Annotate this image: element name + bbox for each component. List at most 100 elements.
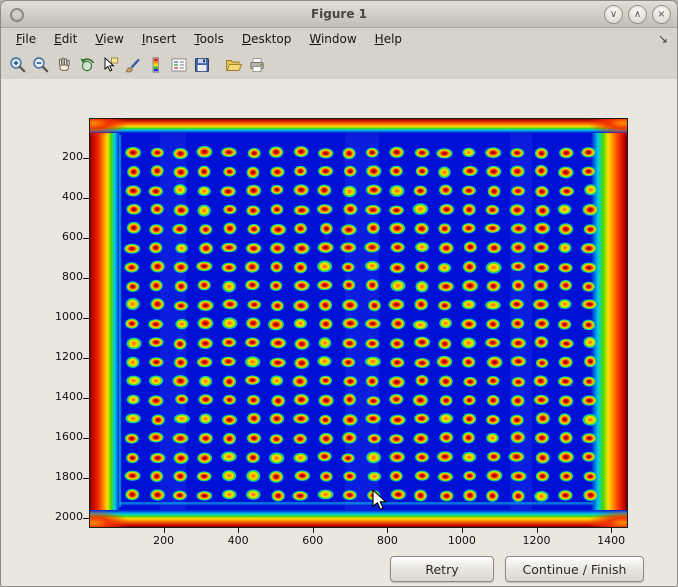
dock-figure-icon[interactable]: ↘ xyxy=(658,32,668,46)
heat-spot xyxy=(293,318,308,329)
heat-spot xyxy=(461,356,476,368)
y-tick xyxy=(83,198,89,199)
heat-spot xyxy=(269,357,287,368)
heat-spot xyxy=(174,280,188,293)
heat-spot xyxy=(173,470,188,482)
heat-spot xyxy=(462,147,476,157)
heat-spot xyxy=(343,376,358,387)
continue-finish-button[interactable]: Continue / Finish xyxy=(505,556,644,582)
heat-spot xyxy=(486,432,500,443)
heat-spot xyxy=(293,433,308,444)
heat-spot xyxy=(365,451,381,464)
heat-spot xyxy=(148,357,164,367)
titlebar[interactable]: Figure 1 ∨ ∧ × xyxy=(1,1,677,28)
heat-spot xyxy=(148,395,165,407)
heat-spot xyxy=(316,260,333,273)
heat-spot xyxy=(318,337,332,350)
heat-spot xyxy=(270,261,284,273)
menu-help[interactable]: Help xyxy=(368,30,409,48)
heat-spot xyxy=(413,433,429,445)
heat-spot xyxy=(509,204,526,217)
heat-spot xyxy=(557,204,572,215)
menu-view[interactable]: View xyxy=(88,30,130,48)
close-button[interactable]: × xyxy=(652,5,671,24)
heat-spot xyxy=(318,432,334,445)
heat-spot xyxy=(462,431,476,444)
heat-spot xyxy=(293,242,310,255)
zoom-out-icon[interactable] xyxy=(29,53,52,77)
heat-spot xyxy=(388,205,404,215)
heat-spot xyxy=(148,337,164,348)
heat-spot xyxy=(412,203,429,216)
heat-spot xyxy=(583,224,598,235)
pan-hand-icon[interactable] xyxy=(52,53,75,77)
shade-button[interactable]: ∨ xyxy=(604,5,623,24)
heat-spot xyxy=(436,451,454,463)
heat-spot xyxy=(268,470,284,483)
heat-spot xyxy=(247,148,261,159)
toolbar-separator xyxy=(213,55,222,75)
heat-spot xyxy=(365,338,381,349)
menu-edit[interactable]: Edit xyxy=(47,30,84,48)
heat-spot xyxy=(173,413,191,424)
colorbar-icon[interactable] xyxy=(144,53,167,77)
plot-area[interactable] xyxy=(89,118,628,528)
heat-spot xyxy=(150,165,164,178)
print-icon[interactable] xyxy=(245,53,268,77)
heat-spot xyxy=(269,434,284,445)
retry-button[interactable]: Retry xyxy=(390,556,494,582)
window-menu-icon[interactable] xyxy=(10,8,24,22)
heat-spot xyxy=(510,261,526,271)
heat-spot xyxy=(462,395,476,406)
maximize-button[interactable]: ∧ xyxy=(628,5,647,24)
figure-canvas[interactable]: Retry Continue / Finish 2004006008001000… xyxy=(1,79,677,586)
heat-spot xyxy=(581,395,598,406)
heat-spot xyxy=(389,470,403,482)
heat-spot xyxy=(510,186,525,197)
heat-spot xyxy=(414,470,430,481)
heat-spot xyxy=(388,299,405,311)
heat-spot xyxy=(534,147,548,159)
toolbar xyxy=(1,50,677,81)
legend-icon[interactable] xyxy=(167,53,190,77)
heat-spot xyxy=(484,223,501,233)
heat-spot xyxy=(245,489,261,500)
heat-spot xyxy=(415,166,429,177)
heat-spot xyxy=(412,320,429,331)
x-tick xyxy=(313,528,314,533)
heat-spot xyxy=(343,393,357,406)
brush-icon[interactable] xyxy=(121,53,144,77)
heat-spot xyxy=(412,394,429,407)
menu-window[interactable]: Window xyxy=(302,30,363,48)
zoom-in-icon[interactable] xyxy=(6,53,29,77)
heat-spot xyxy=(246,432,262,444)
heat-spot xyxy=(438,184,453,196)
heat-spot xyxy=(197,300,215,312)
heat-spot xyxy=(437,262,452,273)
heatmap-image[interactable] xyxy=(90,119,627,527)
heat-spot xyxy=(437,472,454,483)
heat-spot xyxy=(221,317,238,330)
heat-spot xyxy=(126,281,141,292)
heat-spot xyxy=(582,451,597,462)
menu-tools[interactable]: Tools xyxy=(187,30,231,48)
heat-spot xyxy=(220,147,237,158)
heat-spot xyxy=(126,337,143,350)
rotate-3d-icon[interactable] xyxy=(75,53,98,77)
x-tick-label: 800 xyxy=(365,534,409,547)
heat-spot xyxy=(172,375,190,388)
y-tick-label: 1200 xyxy=(41,350,83,363)
heat-spot xyxy=(125,297,140,310)
menu-insert[interactable]: Insert xyxy=(135,30,183,48)
open-folder-icon[interactable] xyxy=(222,53,245,77)
menu-desktop[interactable]: Desktop xyxy=(235,30,299,48)
data-cursor-icon[interactable] xyxy=(98,53,121,77)
menu-file[interactable]: File xyxy=(9,30,43,48)
heat-spot xyxy=(511,490,525,503)
heat-spot xyxy=(510,148,525,158)
save-icon[interactable] xyxy=(190,53,213,77)
heat-spot xyxy=(486,451,501,462)
heat-spot xyxy=(270,300,284,312)
heat-spot xyxy=(247,300,262,310)
x-tick-label: 1000 xyxy=(440,534,484,547)
